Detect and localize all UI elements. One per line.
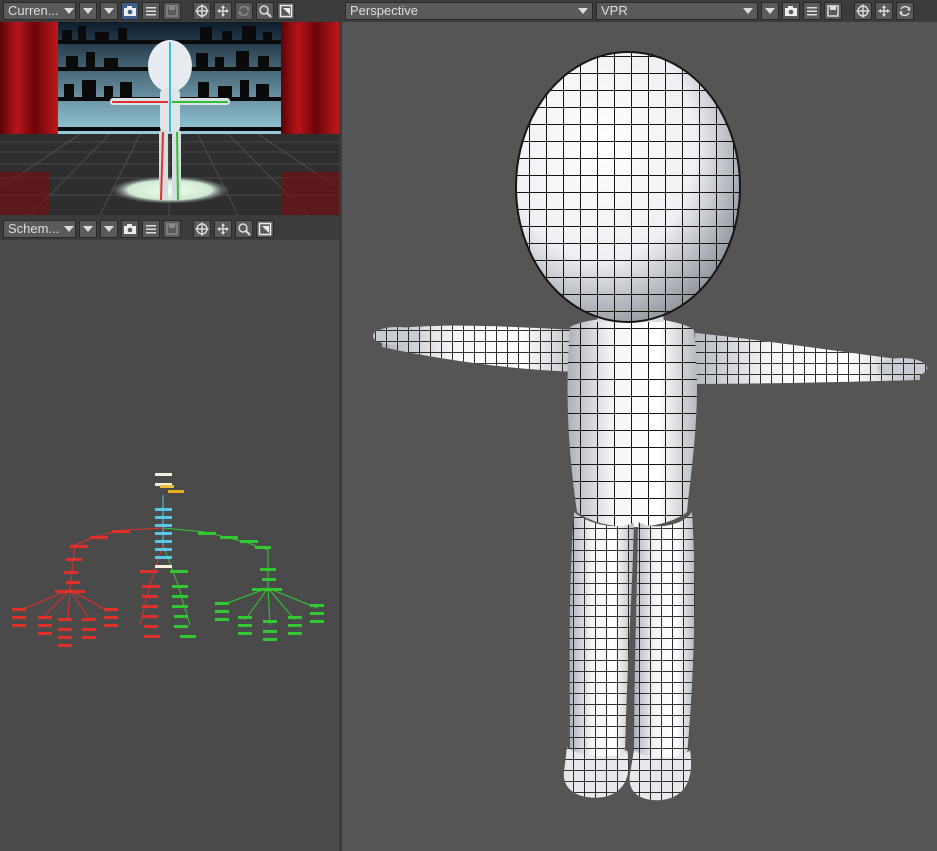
- view-type-select[interactable]: Perspective: [345, 2, 593, 20]
- stage-scene-render: [0, 22, 339, 215]
- save-button[interactable]: [163, 220, 181, 238]
- camera-button[interactable]: [121, 2, 139, 20]
- camera-viewport[interactable]: [0, 22, 339, 215]
- view-type-label: Schem...: [8, 221, 60, 236]
- rotate-icon: [238, 5, 250, 17]
- options-list-icon: [146, 225, 156, 234]
- move-button[interactable]: [193, 220, 211, 238]
- zoom-icon: [259, 5, 272, 18]
- save-button[interactable]: [163, 2, 181, 20]
- render-mode-select[interactable]: VPR: [596, 2, 758, 20]
- save-icon: [166, 223, 178, 235]
- pan-icon: [217, 5, 229, 17]
- display-mode-button[interactable]: [100, 220, 118, 238]
- schematic-viewport[interactable]: [0, 240, 339, 851]
- pan-icon: [217, 223, 229, 235]
- maximize-button[interactable]: [277, 2, 295, 20]
- rotate-button[interactable]: [896, 2, 914, 20]
- view-type-select[interactable]: Curren...: [3, 2, 76, 20]
- pan-button[interactable]: [875, 2, 893, 20]
- chevron-down-icon: [104, 226, 114, 232]
- options-list-icon: [807, 7, 817, 16]
- pan-button[interactable]: [214, 2, 232, 20]
- options-list-icon: [146, 7, 156, 16]
- move-icon: [856, 4, 870, 18]
- move-button[interactable]: [854, 2, 872, 20]
- chevron-down-icon: [578, 8, 588, 14]
- zoom-button[interactable]: [235, 220, 253, 238]
- view-menu-button[interactable]: [79, 220, 97, 238]
- move-button[interactable]: [193, 2, 211, 20]
- camera-icon: [124, 224, 136, 234]
- display-mode-button[interactable]: [761, 2, 779, 20]
- rotate-icon: [899, 5, 911, 17]
- chevron-down-icon: [64, 226, 75, 232]
- view-menu-button[interactable]: [79, 2, 97, 20]
- rotate-button[interactable]: [235, 2, 253, 20]
- chevron-down-icon: [83, 8, 93, 14]
- chevron-down-icon: [743, 8, 753, 14]
- options-button[interactable]: [142, 2, 160, 20]
- display-mode-button[interactable]: [100, 2, 118, 20]
- save-icon: [827, 5, 839, 17]
- schematic-view-panel: Schem...: [0, 218, 339, 851]
- camera-view-panel: Curren...: [0, 0, 339, 215]
- maximize-icon: [279, 4, 293, 18]
- zoom-icon: [238, 223, 251, 236]
- chevron-down-icon: [63, 8, 74, 14]
- chevron-down-icon: [765, 8, 775, 14]
- maximize-icon: [258, 222, 272, 236]
- camera-icon: [785, 6, 797, 16]
- schematic-view-toolbar: Schem...: [0, 218, 339, 240]
- move-icon: [195, 4, 209, 18]
- chevron-down-icon: [104, 8, 114, 14]
- camera-button[interactable]: [782, 2, 800, 20]
- maximize-button[interactable]: [256, 220, 274, 238]
- view-type-label: Perspective: [350, 3, 418, 18]
- bone-hierarchy-graph: [12, 473, 324, 647]
- options-button[interactable]: [803, 2, 821, 20]
- perspective-viewport[interactable]: [342, 22, 937, 851]
- save-button[interactable]: [824, 2, 842, 20]
- render-mode-label: VPR: [601, 3, 628, 18]
- camera-icon: [124, 6, 136, 16]
- character-mesh-render: [373, 51, 927, 801]
- perspective-view-panel: Perspective VPR: [342, 0, 937, 851]
- options-button[interactable]: [142, 220, 160, 238]
- pan-icon: [878, 5, 890, 17]
- pan-button[interactable]: [214, 220, 232, 238]
- camera-view-toolbar: Curren...: [0, 0, 339, 22]
- view-type-select[interactable]: Schem...: [3, 220, 76, 238]
- camera-button[interactable]: [121, 220, 139, 238]
- perspective-view-toolbar: Perspective VPR: [342, 0, 937, 22]
- chevron-down-icon: [83, 226, 93, 232]
- save-icon: [166, 5, 178, 17]
- move-icon: [195, 222, 209, 236]
- view-type-label: Curren...: [8, 3, 59, 18]
- zoom-button[interactable]: [256, 2, 274, 20]
